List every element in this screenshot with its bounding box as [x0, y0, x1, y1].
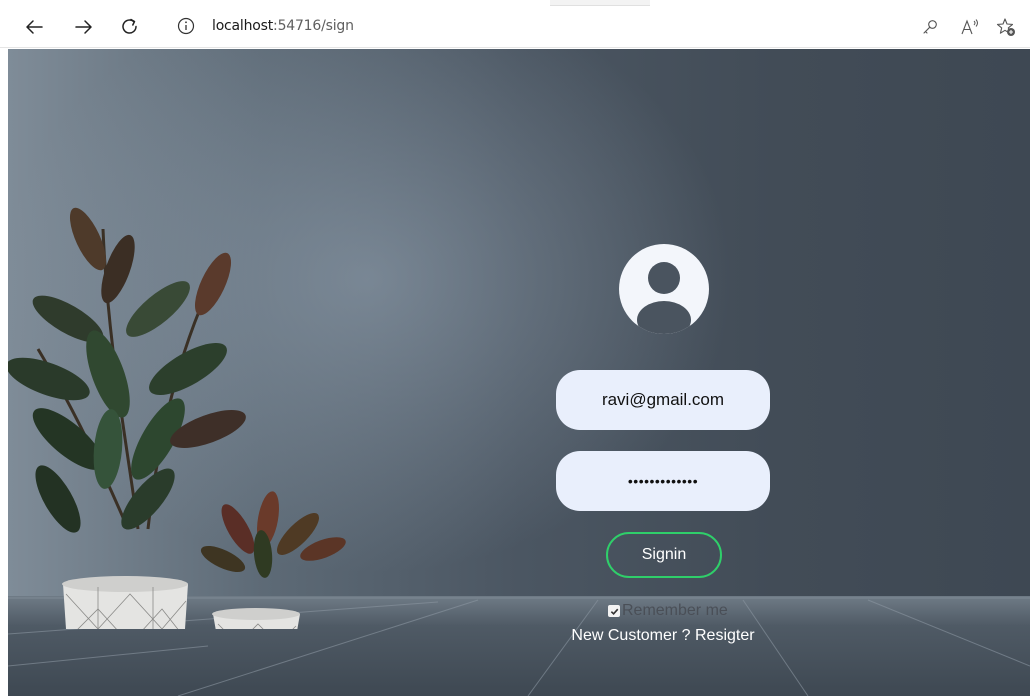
- url-text[interactable]: localhost:54716/sign: [212, 18, 354, 34]
- url-path: :54716/sign: [273, 18, 354, 34]
- email-field[interactable]: [556, 370, 770, 430]
- password-field[interactable]: [556, 451, 770, 511]
- refresh-icon: [122, 18, 137, 34]
- plant-decoration: [8, 207, 346, 629]
- add-favorite-icon: [996, 18, 1015, 36]
- arrow-right-icon: [75, 20, 92, 34]
- key-icon: [923, 20, 937, 34]
- arrow-left-icon: [26, 20, 43, 34]
- browser-toolbar: localhost:54716/sign: [0, 0, 1030, 48]
- url-host: localhost: [212, 18, 274, 34]
- address-bar[interactable]: localhost:54716/sign: [160, 9, 1020, 43]
- register-link[interactable]: Resigter: [695, 627, 755, 644]
- back-button[interactable]: [21, 14, 47, 40]
- tab-strip: [550, 0, 650, 6]
- remember-me[interactable]: Remember me: [608, 602, 738, 620]
- check-icon: [610, 608, 618, 615]
- refresh-button[interactable]: [117, 14, 143, 40]
- read-aloud-icon: [961, 19, 978, 35]
- user-avatar-icon: [619, 244, 709, 334]
- register-prefix: New Customer ?: [571, 627, 695, 644]
- page-background: Signin Remember me New Customer ? Resigt…: [8, 49, 1030, 696]
- password-manager-button[interactable]: [920, 17, 940, 37]
- remember-me-label: Remember me: [622, 602, 728, 619]
- signin-button[interactable]: Signin: [606, 532, 722, 578]
- info-icon[interactable]: [177, 17, 195, 35]
- add-favorite-button[interactable]: [996, 17, 1016, 37]
- forward-button[interactable]: [71, 14, 97, 40]
- register-prompt: New Customer ? Resigter: [556, 627, 770, 645]
- remember-me-checkbox[interactable]: [608, 605, 620, 617]
- read-aloud-button[interactable]: [960, 17, 980, 37]
